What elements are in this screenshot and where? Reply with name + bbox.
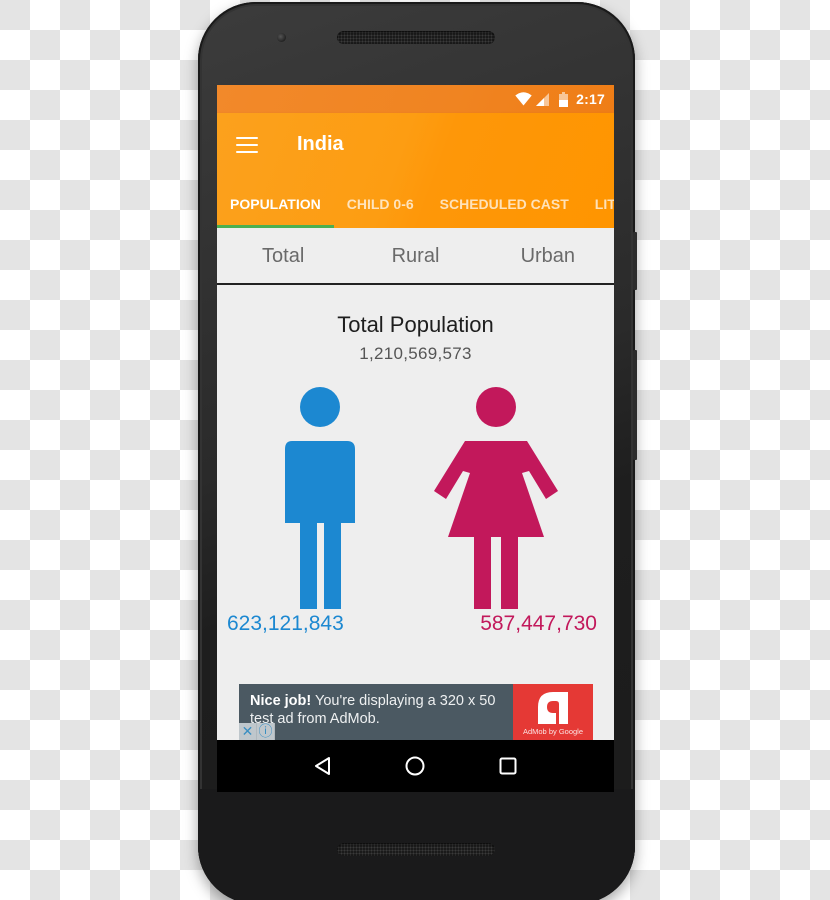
phone-screen: 2:17 India POPULATION CHILD 0-6 SCHEDULE… (217, 85, 614, 792)
ad-text: Nice job! You're displaying a 320 x 50 t… (250, 692, 520, 728)
admob-logo: AdMob by Google (513, 684, 593, 740)
tab-population[interactable]: POPULATION (217, 191, 334, 228)
ad-text-bold: Nice job! (250, 693, 312, 709)
tab-child-0-6[interactable]: CHILD 0-6 (347, 191, 414, 228)
admob-caption: AdMob by Google (522, 727, 584, 736)
power-button (633, 232, 637, 290)
cell-signal-icon (536, 92, 550, 106)
sub-tab-total[interactable]: Total (217, 228, 349, 283)
recents-icon[interactable] (488, 746, 528, 786)
total-population-title: Total Population (337, 312, 494, 337)
ad-choices: ✕ ⓘ (239, 723, 275, 740)
area-sub-tabs: Total Rural Urban (217, 228, 614, 285)
app-title: India (297, 133, 344, 155)
ad-close-icon[interactable]: ✕ (239, 723, 257, 740)
sub-tab-urban[interactable]: Urban (482, 228, 614, 283)
male-count: 623,121,843 (227, 612, 344, 635)
admob-logo-icon (538, 692, 568, 724)
wifi-icon (515, 92, 532, 106)
bottom-speaker (337, 843, 495, 856)
female-figure-icon (434, 387, 558, 609)
home-icon[interactable] (395, 746, 435, 786)
category-tabs: POPULATION CHILD 0-6 SCHEDULED CAST LITE… (217, 191, 614, 228)
front-camera (277, 33, 286, 42)
tab-scheduled-cast[interactable]: SCHEDULED CAST (440, 191, 569, 228)
male-figure-icon (285, 387, 355, 609)
female-count: 587,447,730 (480, 612, 597, 635)
back-icon[interactable] (303, 746, 343, 786)
hamburger-menu-icon[interactable] (236, 137, 258, 153)
sub-tab-rural[interactable]: Rural (349, 228, 481, 283)
app-bar: India POPULATION CHILD 0-6 SCHEDULED CAS… (217, 113, 614, 228)
tab-literacy[interactable]: LITERACY (595, 191, 614, 228)
admob-test-ad[interactable]: Nice job! You're displaying a 320 x 50 t… (239, 684, 593, 740)
volume-rocker (633, 350, 637, 460)
total-population-value: 1,210,569,573 (359, 344, 472, 363)
battery-icon (559, 91, 569, 107)
navigation-bar (217, 740, 614, 792)
population-summary: Total Population 1,210,569,573 623,121,8… (217, 287, 614, 740)
ad-info-icon[interactable]: ⓘ (257, 723, 275, 740)
status-time: 2:17 (576, 91, 605, 107)
status-bar: 2:17 (217, 85, 614, 113)
earpiece-speaker (337, 31, 495, 44)
